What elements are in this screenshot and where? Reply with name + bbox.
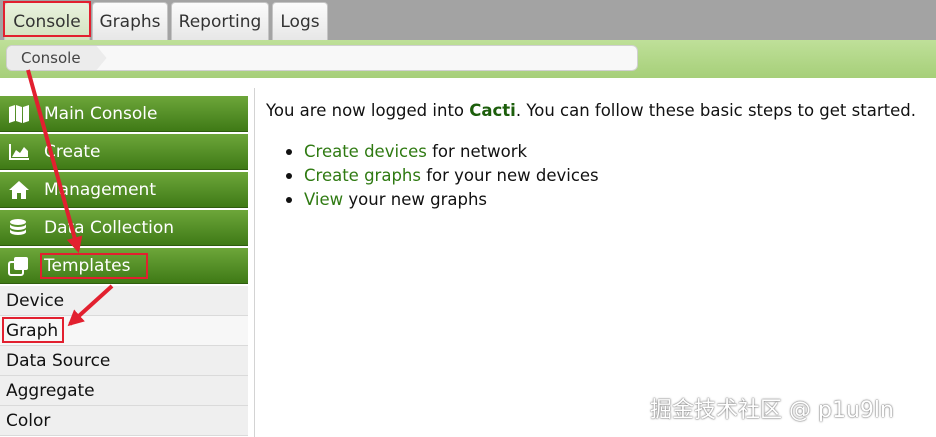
breadcrumb: Console — [6, 45, 638, 71]
map-icon — [9, 105, 29, 123]
home-icon — [9, 181, 29, 199]
intro-text-end: . You can follow these basic steps to ge… — [515, 101, 916, 120]
area-chart-icon — [9, 144, 29, 160]
menu-label: Create — [44, 142, 101, 162]
step-text: for network — [426, 142, 528, 161]
menu-label: Data Collection — [44, 218, 175, 238]
step-text: your new graphs — [343, 190, 487, 209]
top-tab-bar: Console Graphs Reporting Logs — [0, 0, 936, 40]
menu-label: Main Console — [44, 104, 158, 124]
submenu-data-source[interactable]: Data Source — [0, 346, 248, 376]
main-content: You are now logged into Cacti. You can f… — [266, 98, 930, 209]
database-icon — [10, 219, 26, 235]
menu-label: Management — [44, 180, 156, 200]
clone-icon — [8, 257, 28, 276]
list-item: Create graphs for your new devices — [286, 164, 599, 188]
welcome-text: You are now logged into Cacti. You can f… — [266, 98, 930, 124]
tab-reporting[interactable]: Reporting — [171, 2, 269, 40]
tab-logs[interactable]: Logs — [272, 2, 328, 40]
menu-create[interactable]: Create — [0, 134, 248, 170]
submenu-device[interactable]: Device — [0, 286, 248, 316]
getting-started-list: Create devices for network Create graphs… — [286, 140, 599, 212]
menu-main-console[interactable]: Main Console — [0, 96, 248, 132]
submenu-aggregate[interactable]: Aggregate — [0, 376, 248, 406]
list-item: View your new graphs — [286, 188, 599, 212]
intro-text: You are now logged into — [266, 101, 470, 120]
menu-management[interactable]: Management — [0, 172, 248, 208]
submenu-color[interactable]: Color — [0, 406, 248, 436]
annotation-box-graph — [2, 317, 64, 343]
step-text: for your new devices — [420, 166, 599, 185]
create-devices-link[interactable]: Create devices — [304, 142, 427, 161]
breadcrumb-item-console[interactable]: Console — [7, 46, 107, 70]
view-graphs-link[interactable]: View — [304, 190, 343, 209]
app-name: Cacti — [469, 101, 516, 120]
menu-data-collection[interactable]: Data Collection — [0, 210, 248, 246]
create-graphs-link[interactable]: Create graphs — [304, 166, 421, 185]
watermark: 掘金技术社区 @ p1u9ln — [650, 398, 894, 423]
sidebar-divider — [254, 88, 255, 437]
annotation-box-templates — [40, 253, 148, 279]
tab-graphs[interactable]: Graphs — [92, 2, 168, 40]
breadcrumb-band: Console — [0, 40, 936, 78]
annotation-box-console-tab — [3, 1, 91, 37]
list-item: Create devices for network — [286, 140, 599, 164]
